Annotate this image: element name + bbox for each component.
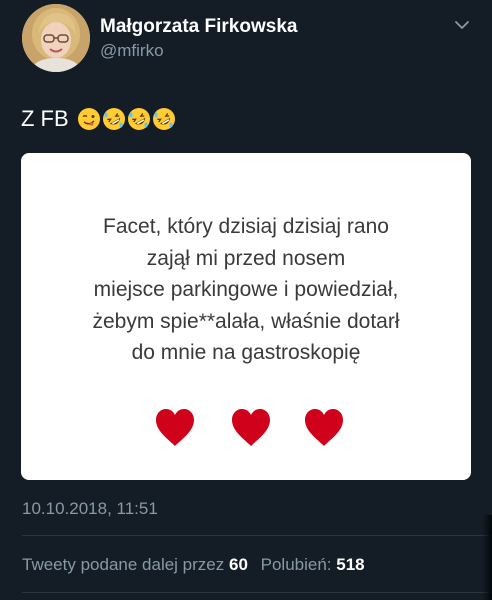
rofl-icon (152, 108, 175, 130)
card-line: do mnie na gastroskopię (131, 341, 361, 364)
divider (22, 535, 492, 536)
author-handle[interactable]: @mfirko (100, 41, 164, 61)
retweets-count[interactable]: 60 (229, 555, 248, 574)
author-name[interactable]: Małgorzata Firkowska (100, 16, 297, 38)
card-line: żebym spie**alała, właśnie dotarł (92, 309, 400, 333)
tweet-text: Z FB (21, 106, 176, 132)
card-line: zajął mi przed nosem (146, 246, 346, 270)
red-heart-icon (232, 409, 270, 446)
winking-face-icon (77, 108, 100, 130)
tweet-timestamp: 10.10.2018, 11:51 (22, 499, 158, 518)
tweet-text-content: Z FB (21, 106, 69, 131)
rofl-icon (127, 108, 150, 130)
card-line: miejsce parkingowe i powiedział, (93, 278, 399, 301)
avatar-image (22, 4, 90, 72)
screen-edge-shadow (482, 515, 492, 600)
rofl-icon (102, 108, 125, 130)
divider (22, 592, 492, 593)
likes-label[interactable]: Polubień: (261, 555, 332, 574)
red-heart-icon (305, 409, 343, 446)
card-text: Facet, który dzisiaj dzisiaj rano zajął … (21, 211, 471, 369)
likes-count[interactable]: 518 (336, 555, 364, 574)
engagement-stats: Tweety podane dalej przez 60 Polubień: 5… (22, 555, 365, 575)
retweets-label[interactable]: Tweety podane dalej przez (22, 555, 224, 574)
red-heart-icon (156, 409, 194, 446)
tweet-view: Małgorzata Firkowska @mfirko Z FB Facet,… (0, 0, 492, 600)
attached-image-card[interactable]: Facet, który dzisiaj dzisiaj rano zajął … (21, 153, 471, 480)
tweet-header: Małgorzata Firkowska @mfirko (22, 4, 478, 74)
emoji-row (77, 107, 176, 131)
avatar[interactable] (22, 4, 90, 72)
hearts-row (21, 407, 471, 451)
card-line: Facet, który dzisiaj dzisiaj rano (103, 215, 389, 238)
chevron-down-icon[interactable] (454, 18, 470, 32)
